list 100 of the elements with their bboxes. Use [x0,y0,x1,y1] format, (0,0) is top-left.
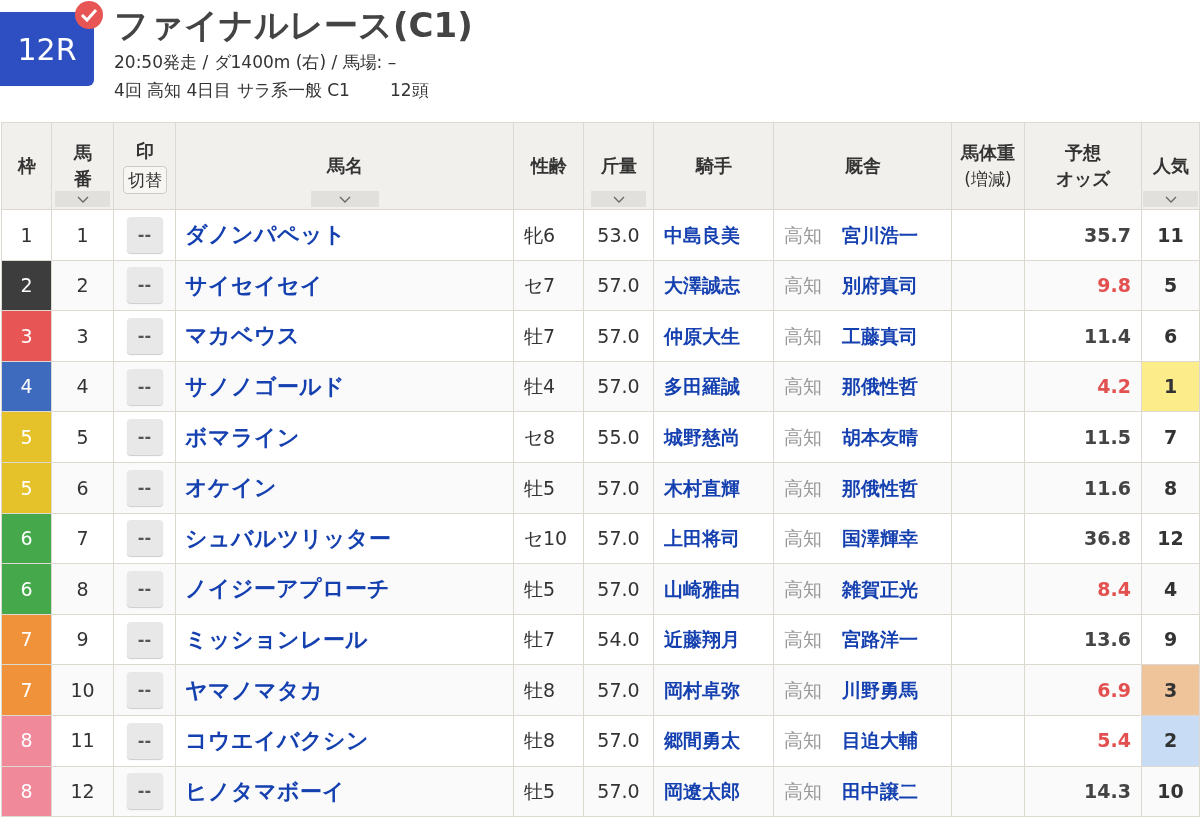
popularity: 6 [1141,310,1200,362]
column-header: 馬 番 [73,141,92,191]
trainer-link[interactable]: 工藤真司 [842,321,918,351]
column-header: 枠 [17,154,36,178]
trainer-region: 高知 [784,728,822,754]
sex-age: 牡8 [513,664,584,716]
chevron-down-icon [1164,195,1177,203]
horse-number: 5 [51,411,114,463]
trainer-region: 高知 [784,374,822,400]
trainer-region: 高知 [784,576,822,602]
carried-weight: 57.0 [583,310,654,362]
sort-button[interactable] [310,191,379,207]
sex-age: セ7 [513,260,584,311]
chevron-down-icon [612,195,625,203]
mark-button[interactable]: -- [126,722,163,759]
odds: 11.5 [1024,411,1142,463]
mark-button[interactable]: -- [126,267,163,304]
horse-number: 8 [51,563,114,615]
sex-age: セ8 [513,411,584,463]
odds: 9.8 [1024,260,1142,311]
popularity: 5 [1141,260,1200,311]
horse-name-link[interactable]: マカベウス [185,323,300,349]
frame-cell: 8 [1,766,52,817]
carried-weight: 54.0 [583,614,654,665]
frame-cell: 8 [1,715,52,767]
sex-age: 牡5 [513,563,584,615]
carried-weight: 57.0 [583,462,654,514]
trainer-link[interactable]: 雑賀正光 [842,574,918,604]
frame-cell: 7 [1,664,52,716]
popularity: 9 [1141,614,1200,665]
trainer-region: 高知 [784,779,822,805]
mark-button[interactable]: -- [126,216,163,253]
column-header: 性齢 [530,154,567,178]
carried-weight: 57.0 [583,513,654,564]
mark-button[interactable]: -- [126,469,163,506]
mark-button[interactable]: -- [126,368,163,405]
mark-button[interactable]: -- [126,520,163,557]
popularity: 1 [1141,361,1200,412]
race-meeting: 4回 高知 4日目 サラ系一般 C1 [114,79,350,102]
horse-number: 12 [51,766,114,817]
horse-name-link[interactable]: ボマライン [185,424,300,450]
sort-button[interactable] [591,191,646,207]
carried-weight: 57.0 [583,664,654,716]
trainer-link[interactable]: 田中譲二 [842,777,918,806]
trainer-link[interactable]: 宮路洋一 [842,625,918,654]
horse-name-link[interactable]: オケイン [185,475,277,501]
carried-weight: 53.0 [583,209,654,261]
sex-age: 牡4 [513,361,584,412]
race-title: ファイナルレース(C1) [114,4,473,47]
trainer-link[interactable]: 胡本友晴 [842,422,918,452]
frame-cell: 2 [1,260,52,311]
runner-count: 12頭 [389,79,429,102]
carried-weight: 57.0 [583,361,654,412]
sex-age: 牝6 [513,209,584,261]
sort-button[interactable] [1143,191,1198,207]
column-header: 人気 [1152,154,1189,178]
carried-weight: 57.0 [583,766,654,817]
sex-age: セ10 [513,513,584,564]
frame-cell: 1 [1,209,52,261]
carried-weight: 55.0 [583,411,654,463]
mark-button[interactable]: -- [126,773,163,810]
carried-weight: 57.0 [583,260,654,311]
frame-cell: 3 [1,310,52,362]
odds: 8.4 [1024,563,1142,615]
horse-number: 11 [51,715,114,767]
odds: 6.9 [1024,664,1142,716]
trainer-link[interactable]: 国澤輝幸 [842,524,918,553]
trainer-link[interactable]: 川野勇馬 [842,675,918,705]
sex-age: 牡8 [513,715,584,767]
horse-number: 7 [51,513,114,564]
trainer-link[interactable]: 別府真司 [842,271,918,300]
sort-button[interactable] [55,191,110,207]
column-header: 馬名 [326,154,363,178]
race-number-badge: 12R [0,12,94,86]
horse-number: 3 [51,310,114,362]
trainer-link[interactable]: 那俄性哲 [842,372,918,401]
horse-number: 4 [51,361,114,412]
odds: 11.6 [1024,462,1142,514]
popularity: 8 [1141,462,1200,514]
column-header: 馬体重 [961,141,1015,165]
trainer-region: 高知 [784,677,822,703]
column-header: 予想 オッズ [1056,141,1110,191]
mark-button[interactable]: -- [126,318,163,354]
column-header: 騎手 [695,154,732,178]
mark-button[interactable]: -- [126,672,163,709]
column-subheader: (増減) [964,168,1012,191]
mark-button[interactable]: -- [126,570,163,607]
odds: 35.7 [1024,209,1142,261]
mark-button[interactable]: -- [126,621,163,658]
column-header: 印 [135,139,154,163]
frame-cell: 5 [1,462,52,514]
trainer-link[interactable]: 那俄性哲 [842,473,918,502]
toggle-button[interactable]: 切替 [122,166,167,194]
trainer-region: 高知 [784,222,822,248]
odds: 11.4 [1024,310,1142,362]
trainer-region: 高知 [784,424,822,450]
sex-age: 牡5 [513,462,584,514]
mark-button[interactable]: -- [126,419,163,456]
trainer-link[interactable]: 目迫大輔 [842,726,918,755]
trainer-link[interactable]: 宮川浩一 [842,220,918,250]
